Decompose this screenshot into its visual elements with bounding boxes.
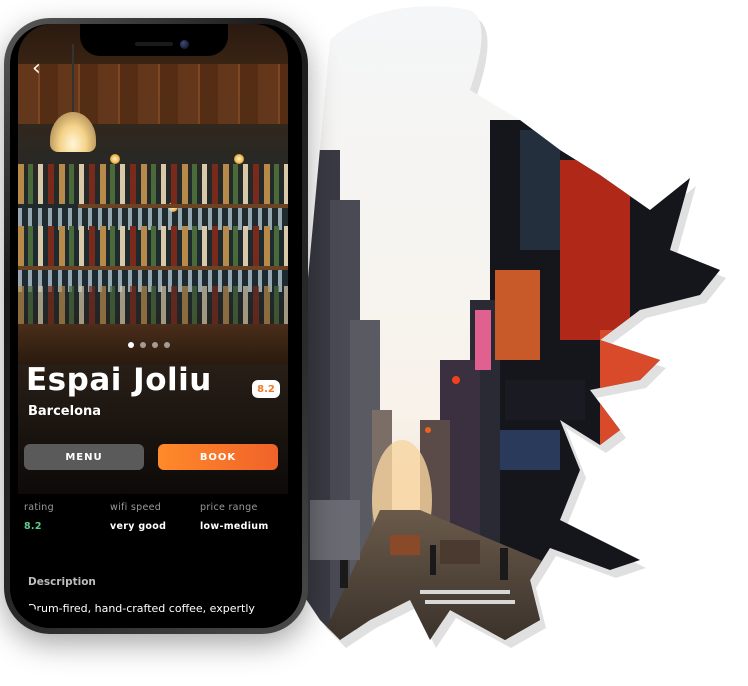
description-heading: Description — [28, 576, 96, 588]
stat-label: wifi speed — [110, 502, 162, 513]
hero-lamp-cord — [72, 44, 74, 114]
carousel-dot[interactable] — [140, 342, 146, 348]
book-button[interactable]: BOOK — [158, 444, 278, 470]
phone-notch — [80, 24, 228, 56]
stat-value: low-medium — [200, 521, 269, 532]
stat-value: 8.2 — [24, 521, 42, 532]
stat-price: price range low-medium — [200, 502, 269, 532]
hero-bottles — [18, 286, 288, 326]
carousel-indicator — [128, 342, 170, 348]
stat-value: very good — [110, 521, 167, 532]
phone-speaker — [135, 42, 173, 46]
carousel-dot[interactable] — [152, 342, 158, 348]
menu-button[interactable]: MENU — [24, 444, 144, 470]
back-button[interactable]: ‹ — [32, 56, 41, 81]
venue-name: Espai Joliu — [26, 362, 212, 398]
stat-label: price range — [200, 502, 258, 513]
score-badge: 8.2 — [252, 380, 280, 398]
hero-ceiling — [18, 64, 288, 124]
description-text: Drum-fired, hand-crafted coffee, expertl… — [28, 602, 255, 614]
front-camera — [180, 40, 189, 49]
stat-wifi: wifi speed very good — [110, 502, 166, 532]
carousel-dot[interactable] — [164, 342, 170, 348]
hero-bottles — [18, 226, 288, 266]
venue-city: Barcelona — [28, 404, 102, 419]
carousel-dot[interactable] — [128, 342, 134, 348]
stat-label: rating — [24, 502, 54, 513]
chevron-left-icon: ‹ — [32, 56, 41, 81]
app-screen: ‹ Espai Joliu 8.2 Barcelona MENU BOOK ra… — [18, 24, 288, 614]
hero-bottles — [18, 164, 288, 204]
hero-bulb — [110, 154, 120, 164]
hero-bulb — [234, 154, 244, 164]
venue-hero-photo — [18, 24, 288, 494]
stat-rating: rating 8.2 — [24, 502, 54, 532]
